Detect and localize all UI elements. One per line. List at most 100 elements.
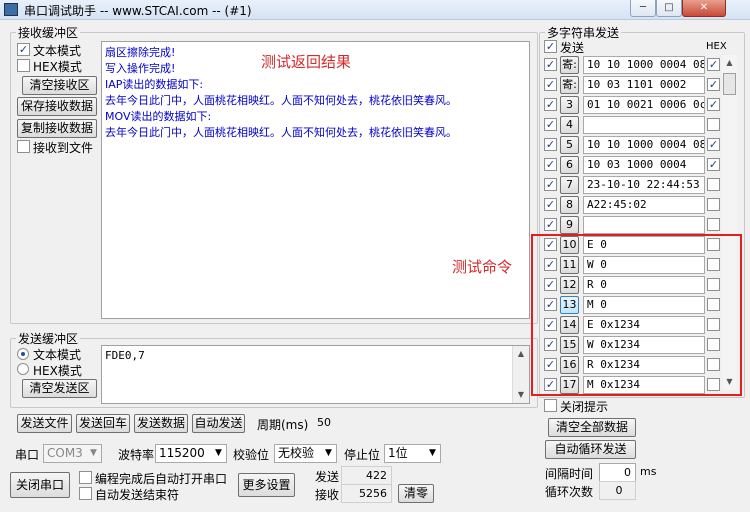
multi-row-send-button[interactable]: 4: [560, 116, 579, 134]
close-button[interactable]: ✕: [682, 0, 726, 17]
multi-row-input[interactable]: 10 03 1000 0004: [583, 156, 705, 174]
multi-row-checkbox[interactable]: ✓: [544, 218, 557, 231]
stop-bits-select[interactable]: 1位 ▼: [384, 444, 441, 463]
copy-receive-button[interactable]: 复制接收数据: [17, 119, 97, 138]
multi-row-hex-checkbox[interactable]: ✓: [707, 58, 720, 71]
send-buffer-label: 发送缓冲区: [16, 330, 81, 347]
maximize-button[interactable]: □: [656, 0, 682, 17]
clear-all-data-button[interactable]: 清空全部数据: [548, 418, 636, 437]
multi-row-checkbox[interactable]: ✓: [544, 118, 557, 131]
send-file-button[interactable]: 发送文件: [17, 414, 72, 433]
auto-loop-send-button[interactable]: 自动循环发送: [545, 440, 636, 459]
close-tip-checkbox[interactable]: [544, 399, 557, 412]
multi-row-send-button[interactable]: 9: [560, 216, 579, 234]
multi-row-send-button[interactable]: 6: [560, 156, 579, 174]
save-receive-button[interactable]: 保存接收数据: [17, 97, 97, 116]
auto-send-button[interactable]: 自动发送: [192, 414, 245, 433]
auto-send-end-checkbox[interactable]: [79, 487, 92, 500]
receive-line: 写入操作完成!: [105, 62, 176, 75]
interval-input[interactable]: 0: [599, 463, 636, 482]
multi-row-send-button[interactable]: 寄:: [560, 56, 579, 74]
multi-row-input[interactable]: 10 10 1000 0004 08 :: [583, 136, 705, 154]
test-command-annotation: 测试命令: [452, 258, 513, 276]
multi-row-checkbox[interactable]: ✓: [544, 178, 557, 191]
title-bar[interactable]: 串口调试助手 -- www.STCAI.com -- (#1) ─ □ ✕: [0, 0, 750, 20]
auto-open-port-label: 编程完成后自动打开串口: [95, 472, 228, 486]
multi-row-hex-checkbox[interactable]: ✓: [707, 158, 720, 171]
interval-unit: ms: [640, 465, 657, 478]
scroll-up-icon[interactable]: ▲: [513, 346, 529, 362]
multi-row-input[interactable]: A22:45:02: [583, 196, 705, 214]
chevron-down-icon: ▼: [90, 448, 97, 458]
minimize-button[interactable]: ─: [630, 0, 656, 17]
multi-row-hex-checkbox[interactable]: [707, 198, 720, 211]
scroll-down-icon[interactable]: ▼: [513, 387, 529, 403]
parity-select[interactable]: 无校验 ▼: [274, 444, 337, 463]
recv-text-mode-label: 文本模式: [33, 44, 82, 58]
multi-row-input[interactable]: 10 10 1000 0004 08 :: [583, 56, 705, 74]
multi-row-checkbox[interactable]: ✓: [544, 78, 557, 91]
multi-row-send-button[interactable]: 5: [560, 136, 579, 154]
loop-count-input[interactable]: 0: [599, 481, 636, 500]
send-hex-mode-radio[interactable]: [17, 363, 29, 375]
scroll-up-icon[interactable]: ▲: [722, 55, 737, 71]
port-select[interactable]: COM3 ▼: [43, 444, 102, 463]
receive-text-area[interactable]: 扇区擦除完成! 写入操作完成! IAP读出的数据如下: 去年今日此门中，人面桃花…: [101, 41, 530, 319]
multi-row-checkbox[interactable]: ✓: [544, 98, 557, 111]
multi-row-checkbox[interactable]: ✓: [544, 58, 557, 71]
multi-row-hex-checkbox[interactable]: [707, 218, 720, 231]
multi-row-checkbox[interactable]: ✓: [544, 138, 557, 151]
send-data-button[interactable]: 发送数据: [134, 414, 188, 433]
chevron-down-icon: ▼: [215, 448, 222, 458]
test-result-annotation: 测试返回结果: [261, 53, 352, 71]
send-enter-button[interactable]: 发送回车: [76, 414, 130, 433]
multi-row-hex-checkbox[interactable]: ✓: [707, 138, 720, 151]
multi-row-hex-checkbox[interactable]: [707, 178, 720, 191]
hex-header: HEX: [706, 41, 727, 52]
recv-hex-mode-checkbox[interactable]: [17, 59, 30, 72]
sent-count-label: 发送: [315, 470, 340, 484]
receive-to-file-label: 接收到文件: [33, 141, 94, 155]
multi-row-send-button[interactable]: 7: [560, 176, 579, 194]
multi-row-checkbox[interactable]: ✓: [544, 198, 557, 211]
send-content: FDE0,7: [105, 349, 145, 362]
period-label: 周期(ms): [257, 418, 309, 432]
more-settings-button[interactable]: 更多设置: [238, 473, 295, 497]
stop-bits-label: 停止位: [344, 448, 381, 462]
interval-label: 间隔时间: [545, 467, 594, 481]
recv-text-mode-checkbox[interactable]: ✓: [17, 43, 30, 56]
auto-open-port-checkbox[interactable]: [79, 471, 92, 484]
port-label: 串口: [15, 448, 40, 462]
multi-row-input[interactable]: 01 10 0021 0006 0c 5: [583, 96, 705, 114]
send-text-area[interactable]: FDE0,7 ▲ ▼: [101, 345, 530, 404]
receive-line: 去年今日此门中，人面桃花相映红。人面不知何处去，桃花依旧笑春风。: [105, 126, 457, 139]
recv-count-value: 5256: [341, 484, 392, 503]
multi-row-input[interactable]: 10 03 1101 0002: [583, 76, 705, 94]
receive-to-file-checkbox[interactable]: [17, 140, 30, 153]
period-input[interactable]: 50: [307, 414, 334, 433]
clear-receive-button[interactable]: 清空接收区: [22, 76, 97, 95]
multi-row-send-button[interactable]: 3: [560, 96, 579, 114]
receive-line: 去年今日此门中，人面桃花相映红。人面不知何处去，桃花依旧笑春风。: [105, 94, 457, 107]
port-value: COM3: [47, 446, 83, 460]
app-icon: [4, 3, 18, 16]
multi-row-hex-checkbox[interactable]: ✓: [707, 98, 720, 111]
multi-row-input[interactable]: [583, 116, 705, 134]
scroll-thumb[interactable]: [723, 73, 736, 95]
send-text-mode-radio[interactable]: [17, 348, 29, 360]
multi-row-hex-checkbox[interactable]: [707, 118, 720, 131]
send-all-checkbox[interactable]: ✓: [544, 40, 557, 53]
multi-row-checkbox[interactable]: ✓: [544, 158, 557, 171]
recv-count-label: 接收: [315, 488, 340, 502]
multi-row-send-button[interactable]: 8: [560, 196, 579, 214]
clear-count-button[interactable]: 清零: [398, 484, 434, 503]
baud-select[interactable]: 115200 ▼: [155, 444, 227, 463]
multi-row-input[interactable]: 23-10-10 22:44:53: [583, 176, 705, 194]
send-scrollbar[interactable]: ▲ ▼: [512, 346, 529, 403]
multi-row-send-button[interactable]: 寄:: [560, 76, 579, 94]
close-port-button[interactable]: 关闭串口: [10, 472, 70, 498]
clear-send-button[interactable]: 清空发送区: [22, 379, 97, 398]
multi-row-input[interactable]: [583, 216, 705, 234]
multi-row-hex-checkbox[interactable]: ✓: [707, 78, 720, 91]
parity-label: 校验位: [233, 448, 270, 462]
